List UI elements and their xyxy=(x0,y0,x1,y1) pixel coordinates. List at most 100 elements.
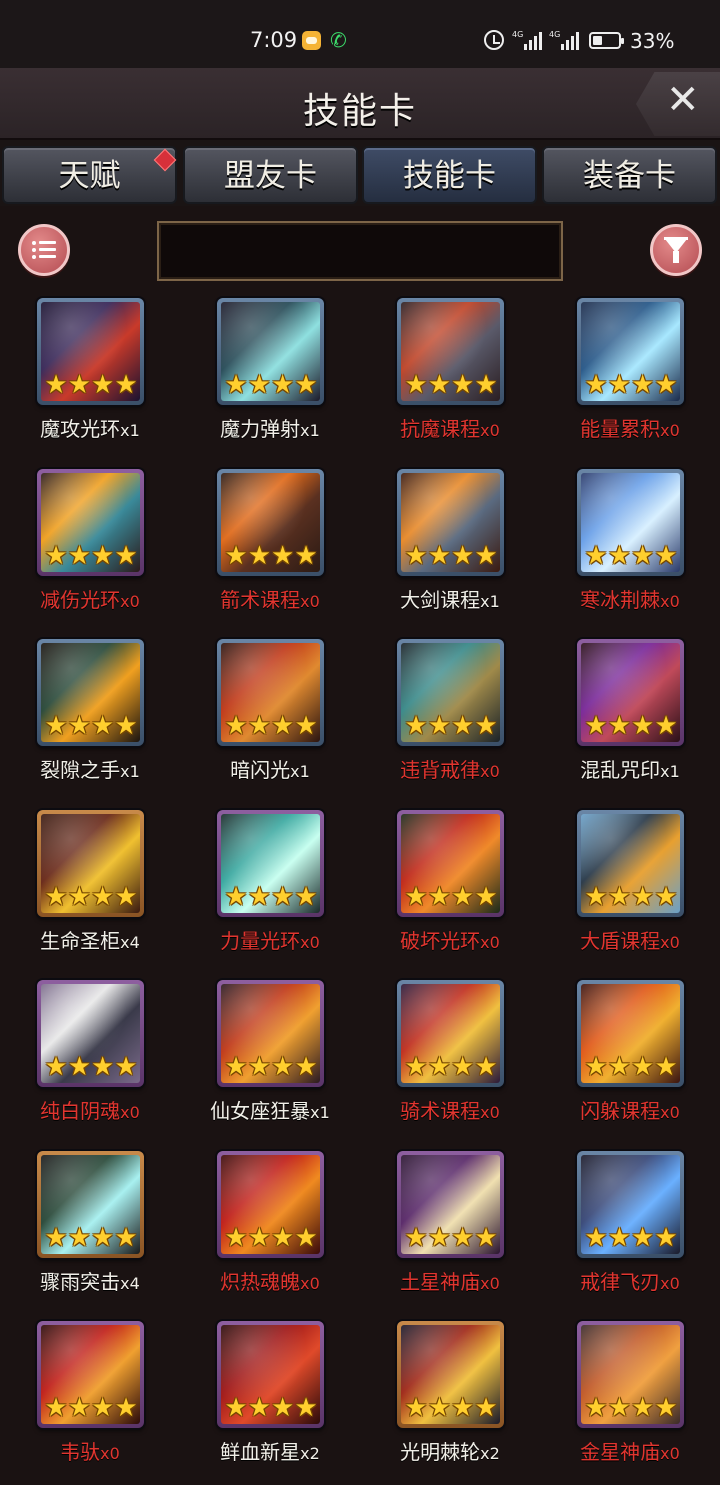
card-name: 大剑课程 xyxy=(400,587,481,612)
skill-card[interactable]: ★ ★ ★ ★ 魔力弹射x1 xyxy=(180,290,360,460)
skill-card[interactable]: ★ ★ ★ ★ 魔攻光环x1 xyxy=(0,290,180,460)
star-icon: ★ xyxy=(67,1393,91,1423)
skill-card[interactable]: ★ ★ ★ ★ 力量光环x0 xyxy=(180,802,360,972)
card-name: 能量累积 xyxy=(580,417,661,441)
star-icon: ★ xyxy=(91,370,115,400)
skill-card[interactable]: ★ ★ ★ ★ 寒冰荆棘x0 xyxy=(540,461,720,631)
tab-equipment-cards[interactable]: 装备卡 xyxy=(542,146,717,204)
skill-card[interactable]: ★ ★ ★ ★ 戒律飞刃x0 xyxy=(540,1143,720,1313)
tab-skill-cards[interactable]: 技能卡 xyxy=(362,146,537,204)
skill-card[interactable]: ★ ★ ★ ★ 大盾课程x0 xyxy=(540,802,720,972)
skill-card[interactable]: ★ ★ ★ ★ 破坏光环x0 xyxy=(360,802,540,972)
card-name: 魔攻光环 xyxy=(40,417,121,441)
star-icon: ★ xyxy=(91,540,115,571)
skill-card[interactable]: ★ ★ ★ ★ 减伤光环x0 xyxy=(0,461,180,631)
star-icon: ★ xyxy=(474,1052,498,1082)
star-rating: ★ ★ ★ ★ xyxy=(399,1052,503,1082)
skill-card[interactable]: ★ ★ ★ ★ 生命圣柜x4 xyxy=(0,802,180,972)
star-icon: ★ xyxy=(404,1052,428,1082)
skill-card[interactable]: ★ ★ ★ ★ 土星神庙x0 xyxy=(360,1143,540,1313)
star-icon: ★ xyxy=(44,1052,68,1082)
card-name: 骤雨突击 xyxy=(40,1269,121,1294)
card-label: 炽热魂魄x0 xyxy=(180,1268,360,1298)
star-rating: ★ ★ ★ ★ xyxy=(579,711,683,741)
card-count: x0 xyxy=(480,1273,500,1293)
star-icon: ★ xyxy=(404,1222,428,1253)
card-count: x0 xyxy=(120,1103,140,1122)
tab-ally-cards[interactable]: 盟友卡 xyxy=(183,146,358,204)
star-icon: ★ xyxy=(44,540,68,571)
card-name: 土星神庙 xyxy=(400,1269,481,1294)
card-label: 闪躲课程x0 xyxy=(540,1097,720,1127)
skill-card[interactable]: ★ ★ ★ ★ 韦驮x0 xyxy=(0,1313,180,1483)
star-icon: ★ xyxy=(451,881,475,912)
phone-call-icon: ✆ xyxy=(330,28,347,52)
skill-card[interactable]: ★ ★ ★ ★ 大剑课程x1 xyxy=(360,461,540,631)
star-icon: ★ xyxy=(654,881,678,912)
cellular-signal-icon-2: 4G xyxy=(549,30,579,52)
card-count: x0 xyxy=(660,591,680,611)
star-icon: ★ xyxy=(114,1222,138,1253)
card-count: x0 xyxy=(660,421,680,440)
skill-card[interactable]: ★ ★ ★ ★ 能量累积x0 xyxy=(540,290,720,460)
star-icon: ★ xyxy=(294,1393,318,1423)
skill-card[interactable]: ★ ★ ★ ★ 光明棘轮x2 xyxy=(360,1313,540,1483)
star-icon: ★ xyxy=(247,370,271,400)
star-rating: ★ ★ ★ ★ xyxy=(219,1393,323,1423)
card-label: 箭术课程x0 xyxy=(180,586,360,616)
star-icon: ★ xyxy=(91,1222,115,1253)
skill-card[interactable]: ★ ★ ★ ★ 骤雨突击x4 xyxy=(0,1143,180,1313)
star-icon: ★ xyxy=(427,1393,451,1423)
star-icon: ★ xyxy=(631,1222,655,1253)
star-icon: ★ xyxy=(271,1052,295,1082)
card-count: x0 xyxy=(480,1103,500,1122)
list-view-button[interactable] xyxy=(18,224,70,276)
star-icon: ★ xyxy=(427,1052,451,1082)
card-name: 减伤光环 xyxy=(40,587,121,612)
skill-card[interactable]: ★ ★ ★ ★ 裂隙之手x1 xyxy=(0,631,180,801)
card-label: 生命圣柜x4 xyxy=(0,927,180,957)
card-name: 大盾课程 xyxy=(580,928,661,953)
card-name: 力量光环 xyxy=(220,928,301,953)
filter-button[interactable] xyxy=(650,224,702,276)
star-rating: ★ ★ ★ ★ xyxy=(399,711,503,741)
star-icon: ★ xyxy=(451,711,475,741)
tab-talent[interactable]: 天赋 xyxy=(2,146,177,204)
tab-label: 技能卡 xyxy=(403,158,496,194)
skill-card[interactable]: ★ ★ ★ ★ 纯白阴魂x0 xyxy=(0,972,180,1142)
star-icon: ★ xyxy=(247,1052,271,1082)
skill-card[interactable]: ★ ★ ★ ★ 骑术课程x0 xyxy=(360,972,540,1142)
star-rating: ★ ★ ★ ★ xyxy=(579,1393,683,1423)
star-icon: ★ xyxy=(67,881,91,912)
skill-card[interactable]: ★ ★ ★ ★ 混乱咒印x1 xyxy=(540,631,720,801)
star-icon: ★ xyxy=(427,370,451,400)
star-icon: ★ xyxy=(474,711,498,741)
star-icon: ★ xyxy=(451,540,475,571)
skill-card[interactable]: ★ ★ ★ ★ 违背戒律x0 xyxy=(360,631,540,801)
star-icon: ★ xyxy=(451,1052,475,1082)
card-count: x1 xyxy=(300,421,320,440)
skill-card[interactable]: ★ ★ ★ ★ 鲜血新星x2 xyxy=(180,1313,360,1483)
notification-app-icon xyxy=(302,31,321,50)
skill-card[interactable]: ★ ★ ★ ★ 炽热魂魄x0 xyxy=(180,1143,360,1313)
skill-card[interactable]: ★ ★ ★ ★ 暗闪光x1 xyxy=(180,631,360,801)
skill-card[interactable]: ★ ★ ★ ★ 箭术课程x0 xyxy=(180,461,360,631)
star-icon: ★ xyxy=(91,881,115,912)
star-rating: ★ ★ ★ ★ xyxy=(39,882,143,912)
card-count: x0 xyxy=(300,591,320,611)
skill-card[interactable]: ★ ★ ★ ★ 闪躲课程x0 xyxy=(540,972,720,1142)
star-icon: ★ xyxy=(631,1393,655,1423)
star-icon: ★ xyxy=(654,1052,678,1082)
star-icon: ★ xyxy=(67,540,91,571)
card-count: x1 xyxy=(660,762,680,781)
card-name: 抗魔课程 xyxy=(400,417,481,441)
card-name: 违背戒律 xyxy=(400,758,481,782)
skill-card[interactable]: ★ ★ ★ ★ 抗魔课程x0 xyxy=(360,290,540,460)
skill-card[interactable]: ★ ★ ★ ★ 仙女座狂暴x1 xyxy=(180,972,360,1142)
card-label: 金星神庙x0 xyxy=(540,1438,720,1468)
skill-card[interactable]: ★ ★ ★ ★ 金星神庙x0 xyxy=(540,1313,720,1483)
card-label: 寒冰荆棘x0 xyxy=(540,586,720,616)
search-input[interactable] xyxy=(157,221,563,281)
card-label: 魔力弹射x1 xyxy=(180,415,360,445)
card-label: 破坏光环x0 xyxy=(360,927,540,957)
